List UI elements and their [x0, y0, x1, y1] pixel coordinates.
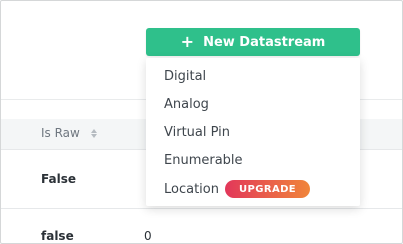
- menu-item-enumerable[interactable]: Enumerable: [164, 153, 243, 168]
- new-datastream-label: New Datastream: [203, 34, 326, 50]
- column-header-is-raw[interactable]: Is Raw: [41, 126, 98, 140]
- new-datastream-button[interactable]: + New Datastream: [146, 28, 360, 56]
- table-cell-is-raw: false: [41, 229, 74, 243]
- sort-icon[interactable]: [90, 127, 98, 139]
- upgrade-badge[interactable]: UPGRADE: [224, 180, 311, 198]
- menu-item-location[interactable]: Location UPGRADE: [164, 180, 311, 198]
- datastream-type-menu: Digital Analog Virtual Pin Enumerable Lo…: [146, 58, 360, 206]
- row-divider: [1, 208, 402, 209]
- menu-item-analog[interactable]: Analog: [164, 97, 209, 112]
- menu-item-virtual-pin[interactable]: Virtual Pin: [164, 125, 230, 140]
- table-cell-value: 0: [144, 229, 152, 243]
- menu-item-label: Analog: [164, 97, 209, 112]
- column-header-label: Is Raw: [41, 126, 80, 140]
- menu-item-label: Location: [164, 181, 219, 197]
- plus-icon: +: [180, 31, 195, 51]
- menu-item-label: Digital: [164, 69, 207, 84]
- menu-item-digital[interactable]: Digital: [164, 69, 206, 84]
- menu-item-label: Virtual Pin: [164, 125, 231, 140]
- menu-item-label: Enumerable: [164, 153, 243, 168]
- datastreams-panel: Is Raw False false 0 + New Datastream Di…: [0, 0, 403, 244]
- table-cell-is-raw: False: [41, 172, 76, 186]
